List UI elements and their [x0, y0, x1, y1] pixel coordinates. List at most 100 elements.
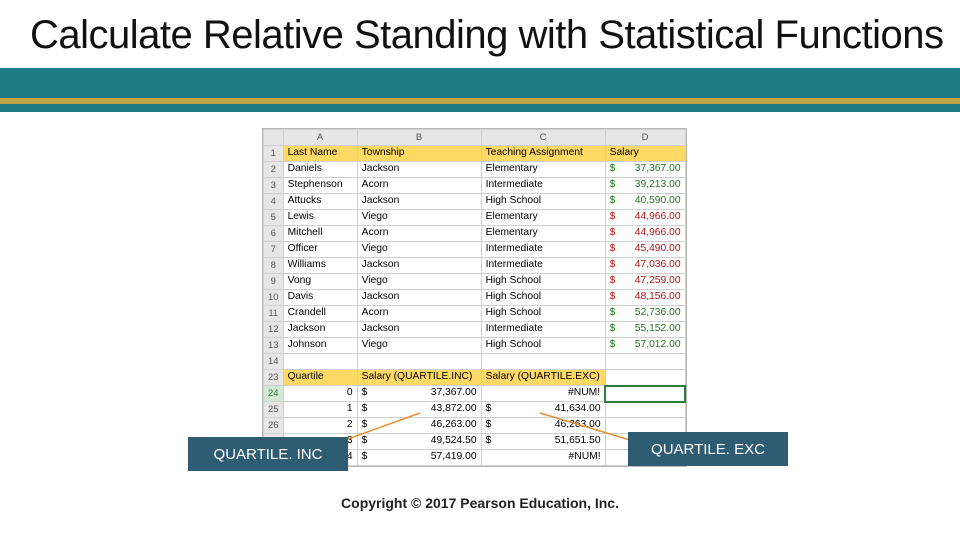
- cell-assignment: Elementary: [481, 162, 605, 178]
- cell-quartile-inc: $57,419.00: [357, 450, 481, 466]
- cell-quartile-exc: #NUM!: [481, 386, 605, 402]
- cell-quartile-inc: $49,524.50: [357, 434, 481, 450]
- cell-salary: $44,966.00: [605, 226, 685, 242]
- row-header: 6: [264, 226, 284, 242]
- cell-township: Acorn: [357, 178, 481, 194]
- cell-lastname: Jackson: [283, 322, 357, 338]
- cell-salary: $40,590.00: [605, 194, 685, 210]
- cell-assignment: Elementary: [481, 210, 605, 226]
- empty-cell: [357, 354, 481, 370]
- cell-salary: $47,259.00: [605, 274, 685, 290]
- row-header: 14: [264, 354, 284, 370]
- cell-salary: $47,036.00: [605, 258, 685, 274]
- cell-quartile-inc: $46,263.00: [357, 418, 481, 434]
- cell-lastname: Officer: [283, 242, 357, 258]
- header-salary: Salary: [605, 146, 685, 162]
- empty-cell: [605, 402, 685, 418]
- cell-assignment: Intermediate: [481, 242, 605, 258]
- cell-township: Jackson: [357, 162, 481, 178]
- cell-township: Viego: [357, 338, 481, 354]
- cell-lastname: Stephenson: [283, 178, 357, 194]
- row-header: 25: [264, 402, 284, 418]
- row-header: 13: [264, 338, 284, 354]
- row-header: 5: [264, 210, 284, 226]
- cell-salary: $55,152.00: [605, 322, 685, 338]
- row-header: 10: [264, 290, 284, 306]
- title-accent-band: [0, 68, 960, 112]
- header-lastname: Last Name: [283, 146, 357, 162]
- cell-assignment: Elementary: [481, 226, 605, 242]
- header-township: Township: [357, 146, 481, 162]
- empty-cell: [605, 354, 685, 370]
- row-header: 4: [264, 194, 284, 210]
- cell-lastname: Mitchell: [283, 226, 357, 242]
- cell-township: Viego: [357, 274, 481, 290]
- cell-township: Jackson: [357, 290, 481, 306]
- header-quartile-exc: Salary (QUARTILE.EXC): [481, 370, 605, 386]
- slide-title: Calculate Relative Standing with Statist…: [30, 12, 943, 58]
- row-header-selected: 24: [264, 386, 284, 402]
- cell-lastname: Attucks: [283, 194, 357, 210]
- cell-quartile-k: 2: [283, 418, 357, 434]
- cell-lastname: Davis: [283, 290, 357, 306]
- spreadsheet-table: A B C D 1 Last Name Township Teaching As…: [263, 129, 686, 466]
- cell-assignment: High School: [481, 274, 605, 290]
- cell-assignment: High School: [481, 290, 605, 306]
- selected-cell: [605, 386, 685, 402]
- cell-lastname: Vong: [283, 274, 357, 290]
- empty-cell: [481, 354, 605, 370]
- cell-township: Jackson: [357, 194, 481, 210]
- cell-assignment: High School: [481, 194, 605, 210]
- cell-assignment: High School: [481, 338, 605, 354]
- row-header: 12: [264, 322, 284, 338]
- row-header: 26: [264, 418, 284, 434]
- cell-township: Acorn: [357, 226, 481, 242]
- cell-quartile-inc: $37,367.00: [357, 386, 481, 402]
- cell-salary: $45,490.00: [605, 242, 685, 258]
- row-header: 23: [264, 370, 284, 386]
- cell-assignment: Intermediate: [481, 178, 605, 194]
- cell-salary: $52,736.00: [605, 306, 685, 322]
- cell-township: Viego: [357, 210, 481, 226]
- col-header-B: B: [357, 130, 481, 146]
- header-quartile-inc: Salary (QUARTILE.INC): [357, 370, 481, 386]
- spreadsheet: A B C D 1 Last Name Township Teaching As…: [262, 128, 687, 467]
- empty-cell: [283, 354, 357, 370]
- cell-assignment: Intermediate: [481, 258, 605, 274]
- cell-salary: $44,966.00: [605, 210, 685, 226]
- header-quartile: Quartile: [283, 370, 357, 386]
- copyright-text: Copyright © 2017 Pearson Education, Inc.: [0, 495, 960, 511]
- cell-quartile-k: 0: [283, 386, 357, 402]
- cell-quartile-exc: $46,263.00: [481, 418, 605, 434]
- row-header: 3: [264, 178, 284, 194]
- empty-cell: [605, 370, 685, 386]
- callout-quartile-exc: QUARTILE. EXC: [628, 432, 788, 466]
- col-header-C: C: [481, 130, 605, 146]
- cell-lastname: Williams: [283, 258, 357, 274]
- cell-lastname: Crandell: [283, 306, 357, 322]
- cell-salary: $48,156.00: [605, 290, 685, 306]
- corner-cell: [264, 130, 284, 146]
- cell-salary: $57,012.00: [605, 338, 685, 354]
- cell-quartile-exc: $51,651.50: [481, 434, 605, 450]
- row-header: 11: [264, 306, 284, 322]
- header-assignment: Teaching Assignment: [481, 146, 605, 162]
- cell-township: Jackson: [357, 258, 481, 274]
- cell-township: Viego: [357, 242, 481, 258]
- cell-lastname: Johnson: [283, 338, 357, 354]
- col-header-D: D: [605, 130, 685, 146]
- cell-township: Jackson: [357, 322, 481, 338]
- col-header-A: A: [283, 130, 357, 146]
- cell-township: Acorn: [357, 306, 481, 322]
- cell-salary: $37,367.00: [605, 162, 685, 178]
- cell-lastname: Lewis: [283, 210, 357, 226]
- row-header: 7: [264, 242, 284, 258]
- cell-salary: $39,213.00: [605, 178, 685, 194]
- cell-quartile-k: 1: [283, 402, 357, 418]
- row-header: 8: [264, 258, 284, 274]
- cell-quartile-exc: $41,634.00: [481, 402, 605, 418]
- cell-quartile-inc: $43,872.00: [357, 402, 481, 418]
- row-header: 2: [264, 162, 284, 178]
- callout-quartile-inc: QUARTILE. INC: [188, 437, 348, 471]
- cell-assignment: Intermediate: [481, 322, 605, 338]
